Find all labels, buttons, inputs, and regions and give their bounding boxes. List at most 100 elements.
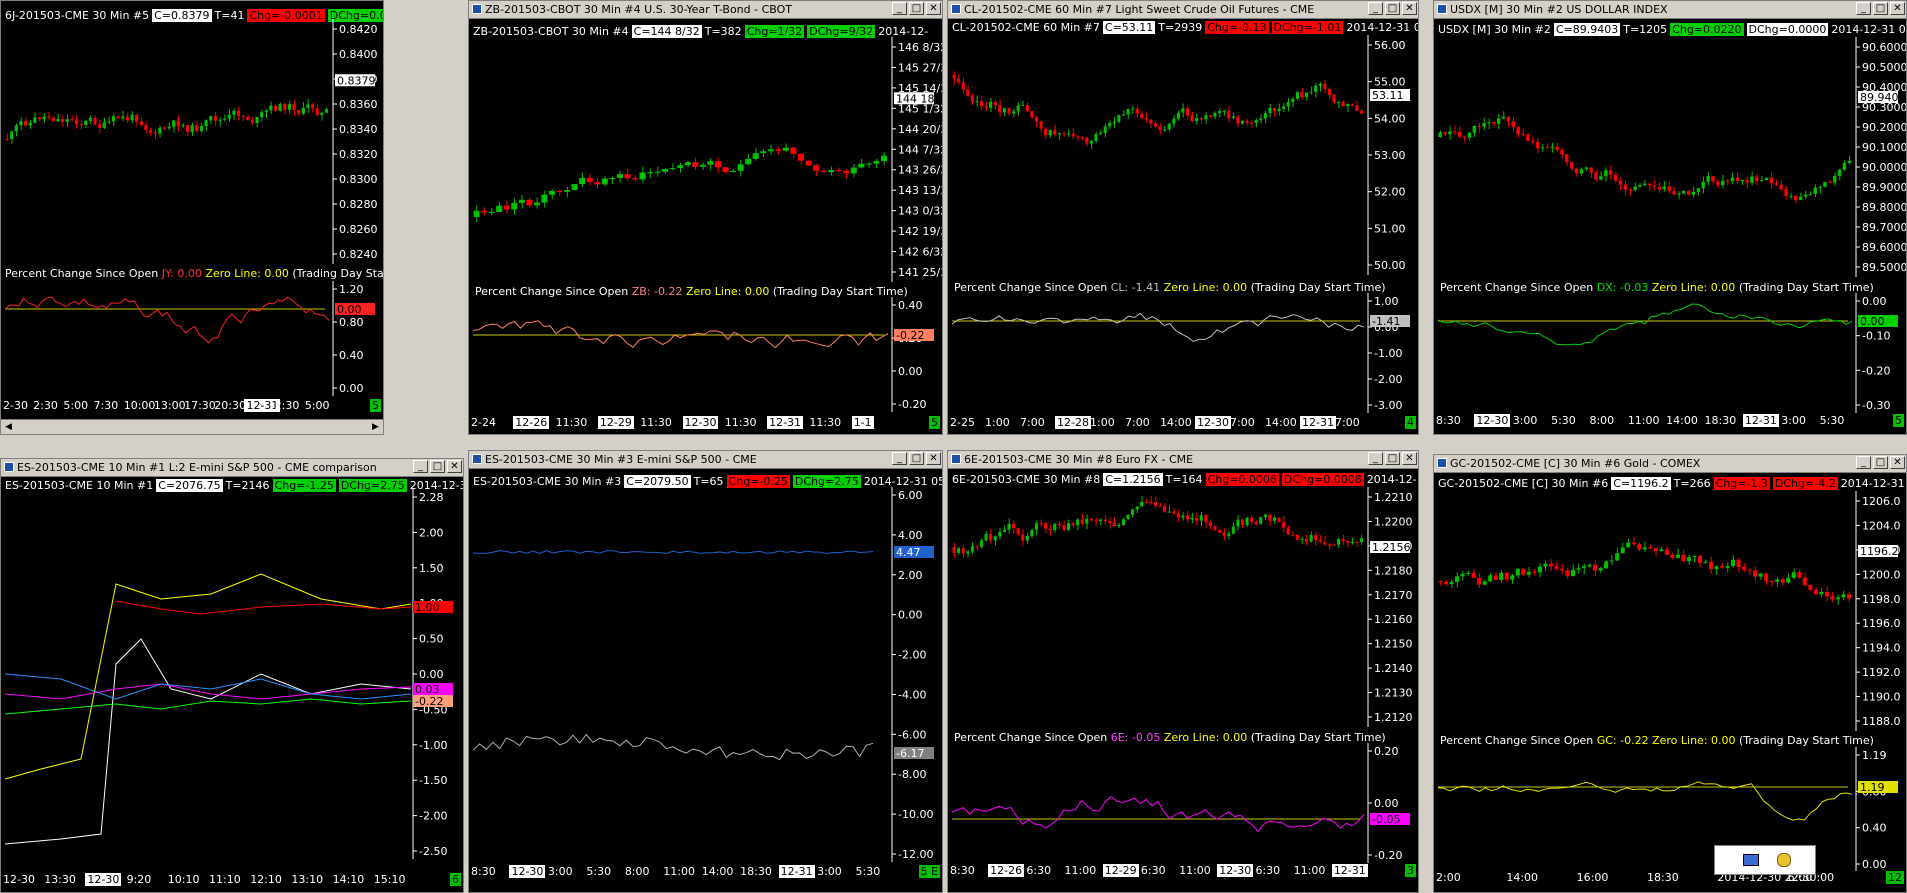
window-titlebar[interactable]: GC-201502-CME [C] 30 Min #6 Gold - COMEX…	[1434, 455, 1906, 473]
maximize-button[interactable]: □	[909, 2, 924, 15]
candle-body	[1659, 549, 1664, 552]
candle-body	[1647, 183, 1652, 186]
minimize-button[interactable]: _	[1856, 2, 1871, 15]
price-chart[interactable]: 0.84200.84000.83800.83600.83400.83200.83…	[1, 19, 383, 264]
candle-body	[1740, 179, 1744, 182]
candle-body	[1725, 180, 1730, 182]
study-chart[interactable]: 0.400.200.00-0.20-0.22	[469, 297, 942, 412]
minimize-button[interactable]: _	[892, 2, 907, 15]
chart-window-cl[interactable]: CL-201502-CME 60 Min #7 Light Sweet Crud…	[947, 0, 1419, 435]
scroll-left-arrow-icon[interactable]: ◀	[2, 421, 15, 433]
chart-window-6j[interactable]: 6J-201503-CME 30 Min #5 C=0.8379 T=41 Chg=-…	[0, 0, 384, 435]
maximize-button[interactable]: □	[1873, 456, 1888, 469]
candle-body	[1753, 570, 1758, 577]
window-titlebar[interactable]: ES-201503-CME 30 Min #3 E-mini S&P 500 -…	[469, 451, 942, 469]
horizontal-scrollbar[interactable]: ◀ ▶	[1, 419, 383, 434]
candle-body	[37, 117, 42, 120]
study-chart[interactable]: 1.00 0.00 -1.00 -2.00 -3.00 -1.41	[948, 293, 1418, 413]
price-chart[interactable]: 56.00 55.00 54.00 53.00 52.00 51.00 50.00 53.11	[948, 35, 1418, 275]
maximize-button[interactable]: □	[909, 452, 924, 465]
candle-body	[1701, 181, 1705, 189]
candle-body	[790, 147, 797, 154]
chart-window-es[interactable]: ES-201503-CME 30 Min #3 E-mini S&P 500 -…	[468, 450, 943, 893]
candle-body	[1341, 101, 1345, 107]
minimize-button[interactable]: _	[1368, 2, 1383, 15]
candle-body	[473, 210, 480, 217]
time-axis-label: 12-29	[1102, 864, 1139, 877]
time-axis-label: 1:00	[985, 416, 1010, 429]
y-axis-label: 1.2200	[1374, 515, 1413, 528]
candle-body	[1089, 518, 1093, 521]
maximize-button[interactable]: □	[430, 460, 445, 473]
candle-body	[548, 190, 555, 195]
candle-body	[782, 147, 789, 151]
chart-window-zb[interactable]: ZB-201503-CBOT 30 Min #4 U.S. 30-Year T-…	[468, 0, 943, 435]
chart-window-gc[interactable]: GC-201502-CME [C] 30 Min #6 Gold - COMEX…	[1433, 454, 1907, 893]
maximize-button[interactable]: □	[1385, 452, 1400, 465]
chart-window-usdx[interactable]: USDX [M] 30 Min #2 US DOLLAR INDEX _ □ ✕ U…	[1433, 0, 1907, 435]
chart-window-es-comparison[interactable]: ES-201503-CME 10 Min #1 L:2 E-mini S&P 5…	[0, 458, 464, 893]
time-axis-label: 12-31	[1300, 416, 1336, 429]
candle-body	[1295, 534, 1299, 540]
candle-body	[1204, 115, 1208, 120]
candle-body	[121, 116, 125, 119]
comparison-chart[interactable]: 2.282.001.501.000.500.00-0.50-1.00-1.50-…	[1, 489, 463, 859]
minimize-button[interactable]: _	[413, 460, 428, 473]
price-chart[interactable]: 90.6000 90.5000 90.4000 90.3000 90.2000 90.10…	[1434, 37, 1906, 277]
time-axis-label: 12-26	[513, 416, 550, 429]
monitor-icon[interactable]	[1743, 854, 1759, 866]
study-chart[interactable]: 1.190.800.400.001.19	[1434, 747, 1906, 872]
maximize-button[interactable]: □	[1385, 2, 1400, 15]
close-button[interactable]: ✕	[1890, 2, 1905, 15]
candle-body	[1510, 575, 1515, 580]
maximize-button[interactable]: □	[1873, 2, 1888, 15]
y-axis-label: 145 27/32	[898, 61, 943, 74]
chart-window-6e[interactable]: 6E-201503-CME 30 Min #8 Euro FX - CME _ □…	[947, 450, 1419, 893]
study-chart[interactable]: 0.20 0.00 -0.20 -0.05	[948, 743, 1418, 863]
candle-body	[1117, 115, 1121, 122]
last-value-label: -1.41	[1372, 315, 1400, 328]
time-axis-label: 11:00	[1064, 864, 1097, 877]
candle-body	[1158, 505, 1162, 507]
window-titlebar[interactable]: ZB-201503-CBOT 30 Min #4 U.S. 30-Year T-…	[469, 1, 942, 19]
window-titlebar[interactable]: CL-201502-CME 60 Min #7 Light Sweet Crud…	[948, 1, 1418, 19]
candle-body	[1309, 535, 1313, 542]
scroll-right-arrow-icon[interactable]: ▶	[369, 421, 382, 433]
minimize-button[interactable]: _	[1856, 456, 1871, 469]
candle-body	[324, 109, 328, 113]
y-axis-label: 0.8280	[339, 198, 378, 211]
candle-body	[1716, 181, 1720, 186]
candle-body	[1794, 195, 1798, 200]
close-button[interactable]: ✕	[926, 452, 941, 465]
status-orb-icon[interactable]	[1777, 853, 1791, 867]
close-button[interactable]: ✕	[447, 460, 462, 473]
time-axis-label: 14:00	[701, 865, 734, 878]
comparison-chart[interactable]: 6.00 4.00 2.00 0.00 -2.00 -4.00 -6.00 -8.00 -10.…	[469, 487, 942, 862]
time-axis-label: 8:30	[1436, 414, 1461, 427]
candle-body	[1725, 566, 1730, 568]
window-titlebar[interactable]: ES-201503-CME 10 Min #1 L:2 E-mini S&P 5…	[1, 459, 463, 477]
y-axis-label: 143 26/32	[898, 164, 943, 177]
candle-body	[1318, 540, 1322, 542]
price-chart[interactable]: 146 8/32145 27/32145 14/32145 1/32144 20…	[469, 37, 942, 282]
window-titlebar[interactable]: 6E-201503-CME 30 Min #8 Euro FX - CME _ □…	[948, 451, 1418, 469]
close-button[interactable]: ✕	[926, 2, 941, 15]
close-button[interactable]: ✕	[1402, 452, 1417, 465]
close-button[interactable]: ✕	[1402, 2, 1417, 15]
candle-body	[1144, 502, 1148, 503]
close-button[interactable]: ✕	[1890, 456, 1905, 469]
minimize-button[interactable]: _	[1368, 452, 1383, 465]
study-chart[interactable]: 0.00 -0.10 -0.20 -0.30 0.00	[1434, 293, 1906, 413]
price-chart[interactable]: 1.22101.22001.21901.21801.21701.21601.21…	[948, 487, 1418, 727]
candle-body	[1609, 560, 1614, 562]
minimize-button[interactable]: _	[892, 452, 907, 465]
price-chart[interactable]: 1206.01204.01202.01200.01198.01196.01194…	[1434, 491, 1906, 731]
time-axis: 2:00 14:00 16:00 18:30 2014-12-30 22:30:00 6:…	[1434, 871, 1906, 885]
study-chart[interactable]: 1.20 0.80 0.40 0.00 0.00	[1, 281, 383, 396]
candle-body	[61, 118, 65, 122]
window-titlebar[interactable]: USDX [M] 30 Min #2 US DOLLAR INDEX _ □ ✕	[1434, 1, 1906, 19]
candle-body	[1686, 190, 1691, 195]
notification-tray[interactable]	[1714, 845, 1816, 875]
candle-body	[752, 153, 759, 159]
candle-body	[250, 119, 254, 124]
